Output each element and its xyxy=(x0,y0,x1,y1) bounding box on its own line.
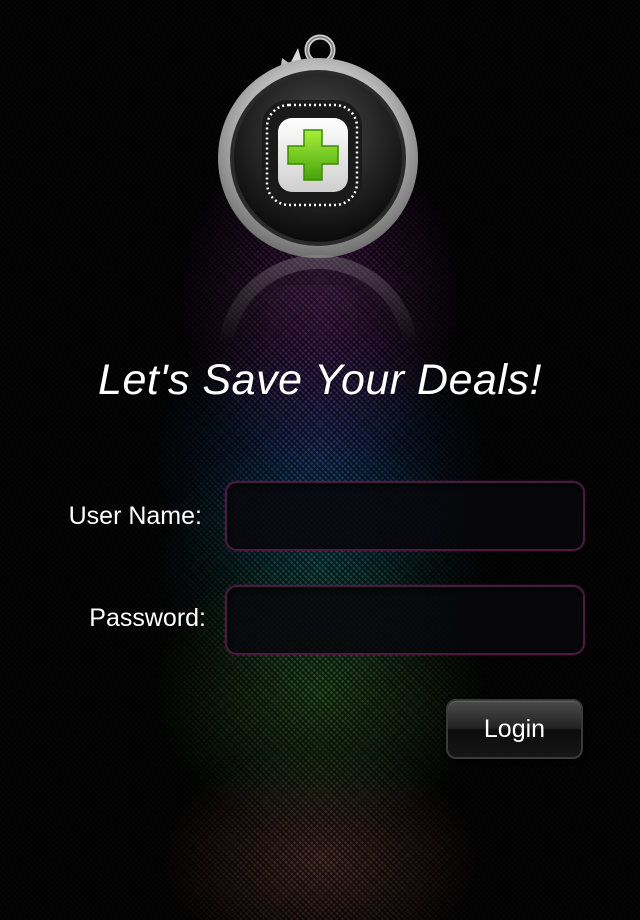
login-screen: Let's Save Your Deals! User Name: Passwo… xyxy=(0,0,640,920)
password-input[interactable] xyxy=(225,585,585,655)
password-label: Password: xyxy=(89,604,206,632)
username-label: User Name: xyxy=(68,502,202,530)
app-logo-icon xyxy=(218,34,418,258)
page-title: Let's Save Your Deals! xyxy=(98,356,542,404)
username-input[interactable] xyxy=(225,481,585,551)
login-button[interactable]: Login xyxy=(446,699,583,759)
app-logo-reflection-icon xyxy=(218,255,418,345)
